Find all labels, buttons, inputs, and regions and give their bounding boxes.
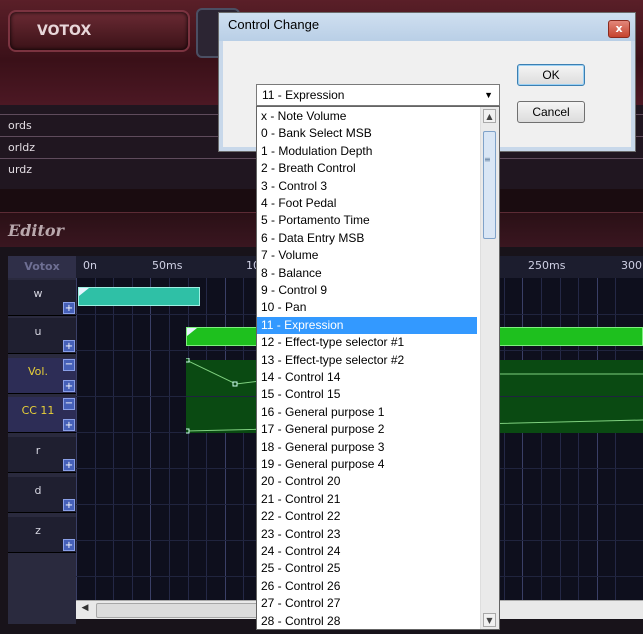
list-item[interactable]: 2 - Breath Control	[257, 160, 477, 177]
list-item[interactable]: 12 - Effect-type selector #1	[257, 334, 477, 351]
list-item[interactable]: 18 - General purpose 3	[257, 439, 477, 456]
track-name: z	[35, 524, 41, 537]
list-item[interactable]: 6 - Data Entry MSB	[257, 230, 477, 247]
track-label[interactable]: w +	[8, 280, 76, 316]
ok-button[interactable]: OK	[517, 64, 585, 86]
track-panel-header: Votox	[8, 256, 76, 278]
grid-line	[150, 278, 152, 600]
list-item[interactable]: 7 - Volume	[257, 247, 477, 264]
list-item[interactable]: 3 - Control 3	[257, 178, 477, 195]
list-item[interactable]: 20 - Control 20	[257, 473, 477, 490]
track-name: r	[35, 444, 41, 457]
note-w[interactable]	[78, 287, 200, 306]
scroll-thumb[interactable]	[483, 131, 496, 239]
grid-line	[113, 278, 115, 600]
list-item[interactable]: 19 - General purpose 4	[257, 456, 477, 473]
envelope-point[interactable]	[232, 381, 238, 387]
track-label[interactable]: u +	[8, 318, 76, 354]
list-scrollbar[interactable]: ▲ ≡ ▼	[480, 107, 499, 629]
add-track-button[interactable]: +	[63, 459, 75, 471]
list-item[interactable]: 4 - Foot Pedal	[257, 195, 477, 212]
ruler-label: 0n	[83, 259, 97, 272]
list-item[interactable]: 15 - Control 15	[257, 386, 477, 403]
list-item[interactable]: 10 - Pan	[257, 299, 477, 316]
note-handle-icon	[79, 288, 89, 296]
cancel-button[interactable]: Cancel	[517, 101, 585, 123]
list-item[interactable]: 26 - Control 26	[257, 578, 477, 595]
track-name: CC 11	[21, 404, 55, 417]
list-item[interactable]: 11 - Expression	[257, 316, 477, 335]
ruler-label: 250ms	[528, 259, 566, 272]
ruler-label: 50ms	[152, 259, 183, 272]
track-label[interactable]: d +	[8, 477, 76, 513]
ruler-label: 300r	[621, 259, 643, 272]
add-track-button[interactable]: +	[63, 499, 75, 511]
list-item[interactable]: 23 - Control 23	[257, 526, 477, 543]
list-item[interactable]: 25 - Control 25	[257, 560, 477, 577]
list-item[interactable]: 28 - Control 28	[257, 613, 477, 629]
track-name: u	[34, 325, 42, 338]
remove-track-button[interactable]: −	[63, 398, 75, 410]
list-item[interactable]: 14 - Control 14	[257, 369, 477, 386]
list-item[interactable]: 16 - General purpose 1	[257, 404, 477, 421]
scroll-up-icon[interactable]: ▲	[483, 109, 496, 123]
grid-line	[131, 278, 133, 600]
add-track-button[interactable]: +	[63, 419, 75, 431]
list-item[interactable]: 24 - Control 24	[257, 543, 477, 560]
add-track-button[interactable]: +	[63, 380, 75, 392]
dialog-title: Control Change	[228, 17, 320, 32]
list-item[interactable]: x - Note Volume	[257, 108, 477, 125]
track-name: w	[33, 287, 43, 300]
editor-title: Editor	[8, 221, 64, 240]
grid-line	[94, 278, 96, 600]
scroll-thumb[interactable]	[96, 603, 258, 618]
chevron-down-icon[interactable]: ▼	[484, 85, 493, 105]
grid-line	[76, 278, 77, 600]
add-track-button[interactable]: +	[63, 340, 75, 352]
list-item[interactable]: 8 - Balance	[257, 265, 477, 282]
scroll-down-icon[interactable]: ▼	[483, 613, 496, 627]
track-label[interactable]: Vol. + −	[8, 358, 76, 394]
scroll-left-icon[interactable]: ◀	[78, 603, 92, 616]
track-name: Vol.	[28, 365, 48, 378]
track-label[interactable]: z +	[8, 517, 76, 553]
grid-line	[169, 278, 170, 600]
control-select-value: 11 - Expression	[262, 88, 345, 102]
list-item[interactable]: 5 - Portamento Time	[257, 212, 477, 229]
list-item[interactable]: 0 - Bank Select MSB	[257, 125, 477, 142]
remove-track-button[interactable]: −	[63, 359, 75, 371]
list-item[interactable]: 22 - Control 22	[257, 508, 477, 525]
add-track-button[interactable]: +	[63, 302, 75, 314]
grip-icon: ≡	[484, 155, 491, 164]
close-button[interactable]: x	[608, 20, 630, 38]
track-name: d	[34, 484, 42, 497]
list-item[interactable]: 17 - General purpose 2	[257, 421, 477, 438]
note-handle-icon	[187, 328, 197, 336]
list-item[interactable]: 27 - Control 27	[257, 595, 477, 612]
list-item[interactable]: 21 - Control 21	[257, 491, 477, 508]
list-item[interactable]: 13 - Effect-type selector #2	[257, 352, 477, 369]
envelope-point[interactable]	[186, 428, 190, 434]
list-item[interactable]: 1 - Modulation Depth	[257, 143, 477, 160]
track-label[interactable]: CC 11 + −	[8, 397, 76, 433]
list-item[interactable]: 9 - Control 9	[257, 282, 477, 299]
votox-tab[interactable]: VOTOX	[8, 10, 190, 52]
control-select[interactable]: 11 - Expression ▼	[256, 84, 500, 106]
envelope-point[interactable]	[186, 358, 190, 363]
add-track-button[interactable]: +	[63, 539, 75, 551]
control-options-list[interactable]: x - Note Volume 0 - Bank Select MSB 1 - Mo…	[256, 106, 500, 630]
track-label[interactable]: r +	[8, 437, 76, 473]
